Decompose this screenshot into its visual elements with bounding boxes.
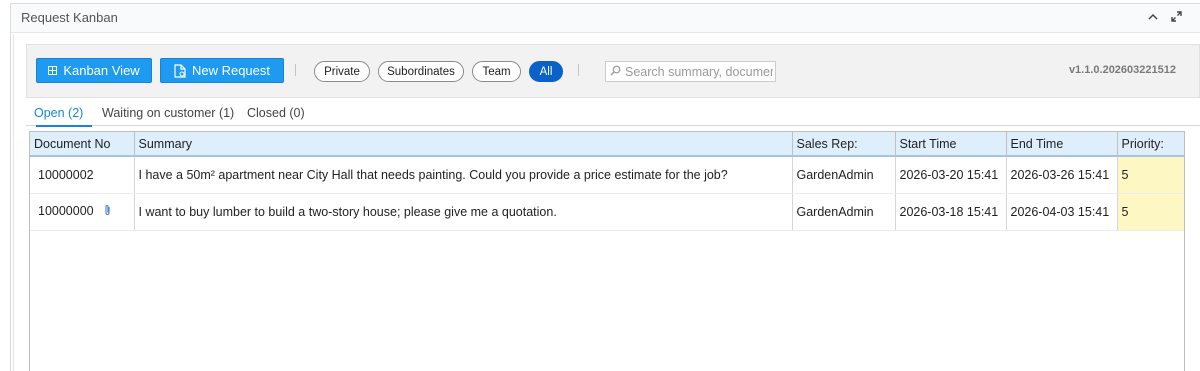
search-box[interactable] — [605, 61, 776, 82]
table-row[interactable]: 10000000 I want to buy lumber to build a… — [30, 193, 1184, 231]
tab-closed[interactable]: Closed (0) — [247, 106, 305, 120]
start-time-cell: 2026-03-18 15:41 — [895, 193, 1007, 231]
filter-team[interactable]: Team — [472, 61, 521, 82]
toolbar-separator — [295, 64, 296, 76]
toolbar: Kanban View New Request Private Subordin… — [26, 44, 1200, 98]
request-kanban-panel: Request Kanban Kanban View New Request P… — [10, 3, 1200, 371]
sales-rep-cell: GardenAdmin — [792, 156, 896, 194]
status-tabs: Open (2) Waiting on customer (1) Closed … — [26, 98, 1200, 127]
summary-cell: I have a 50m² apartment near City Hall t… — [134, 156, 793, 194]
paperclip-icon[interactable] — [104, 204, 111, 219]
tab-open[interactable]: Open (2) — [34, 106, 83, 120]
requests-table: Document No Summary Sales Rep: Start Tim… — [29, 131, 1185, 371]
search-icon — [610, 63, 621, 81]
toolbar-separator — [578, 64, 579, 76]
grid-icon — [48, 66, 58, 75]
column-header-start-time[interactable]: Start Time — [895, 132, 1007, 157]
filter-all[interactable]: All — [529, 61, 563, 82]
column-header-summary[interactable]: Summary — [134, 132, 793, 157]
tab-waiting-on-customer[interactable]: Waiting on customer (1) — [102, 106, 234, 120]
end-time-cell: 2026-03-26 15:41 — [1006, 156, 1118, 194]
panel-title: Request Kanban — [21, 10, 118, 25]
document-no: 10000000 — [38, 203, 94, 218]
active-tab-indicator — [36, 125, 92, 127]
document-icon — [174, 63, 186, 78]
column-header-document-no[interactable]: Document No — [30, 132, 135, 157]
new-request-button[interactable]: New Request — [160, 58, 284, 83]
new-request-label: New Request — [191, 63, 271, 78]
document-no-cell: 10000002 — [30, 156, 135, 194]
panel-header: Request Kanban — [11, 4, 1200, 33]
document-no-cell: 10000000 — [30, 193, 135, 231]
document-no: 10000002 — [38, 167, 94, 182]
kanban-view-button[interactable]: Kanban View — [36, 58, 152, 83]
table-header-row: Document No Summary Sales Rep: Start Tim… — [30, 132, 1184, 157]
summary-cell: I want to buy lumber to build a two-stor… — [134, 193, 793, 231]
filter-subordinates[interactable]: Subordinates — [378, 61, 464, 82]
expand-arrows-icon[interactable] — [1171, 11, 1182, 25]
version-label: v1.1.0.202603221512 — [1068, 64, 1176, 76]
chevron-up-icon[interactable] — [1148, 12, 1158, 24]
column-header-priority[interactable]: Priority: — [1117, 132, 1184, 157]
end-time-cell: 2026-04-03 15:41 — [1006, 193, 1118, 231]
panel-content: Kanban View New Request Private Subordin… — [13, 34, 1200, 371]
kanban-view-label: Kanban View — [63, 63, 140, 78]
filter-private[interactable]: Private — [314, 61, 370, 82]
start-time-cell: 2026-03-20 15:41 — [895, 156, 1007, 194]
column-header-sales-rep[interactable]: Sales Rep: — [792, 132, 896, 157]
column-header-end-time[interactable]: End Time — [1006, 132, 1118, 157]
sales-rep-cell: GardenAdmin — [792, 193, 896, 231]
priority-cell: 5 — [1117, 193, 1184, 231]
table-row[interactable]: 10000002 I have a 50m² apartment near Ci… — [30, 156, 1184, 194]
priority-cell: 5 — [1117, 156, 1184, 194]
search-input[interactable] — [625, 64, 773, 79]
